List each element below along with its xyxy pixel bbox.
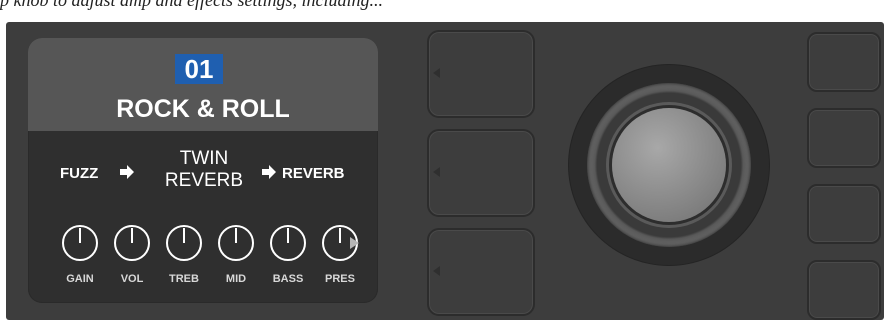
triangle-right-icon[interactable] — [350, 237, 359, 249]
amp-model-line2: REVERB — [164, 170, 244, 191]
preset-name: ROCK & ROLL — [116, 95, 290, 123]
effect-fuzz[interactable]: FUZZ — [60, 165, 98, 182]
soft-button-3[interactable] — [427, 228, 535, 316]
knob-gain[interactable]: GAIN — [58, 223, 102, 293]
soft-button-1[interactable] — [427, 30, 535, 118]
preset-header: 01 ROCK & ROLL — [28, 38, 378, 131]
knob-icon — [114, 225, 150, 261]
triangle-left-icon — [433, 167, 440, 177]
knob-label: BASS — [272, 273, 304, 285]
triangle-left-icon — [433, 68, 440, 78]
right-button-1[interactable] — [807, 32, 881, 92]
encoder-cap[interactable] — [612, 108, 726, 222]
triangle-left-icon — [433, 266, 440, 276]
amp-model[interactable]: TWIN REVERB — [146, 148, 262, 192]
knob-mid[interactable]: MID — [214, 223, 258, 293]
preset-number[interactable]: 01 — [175, 54, 223, 84]
knob-label: TREB — [169, 273, 199, 285]
knob-label: VOL — [120, 273, 144, 285]
right-button-4[interactable] — [807, 260, 881, 320]
knob-label: MID — [225, 273, 247, 285]
knob-icon — [218, 225, 254, 261]
arrow-right-icon — [120, 165, 134, 179]
knob-pres[interactable]: PRES — [318, 223, 362, 293]
arrow-right-icon — [262, 165, 276, 179]
knob-icon — [270, 225, 306, 261]
amp-model-line1: TWIN — [179, 148, 229, 169]
amp-control-panel: 01 ROCK & ROLL FUZZ TWIN REVERB REVERB G… — [6, 22, 884, 320]
knob-icon — [62, 225, 98, 261]
knob-vol[interactable]: VOL — [110, 223, 154, 293]
effect-reverb[interactable]: REVERB — [282, 165, 345, 182]
soft-button-2[interactable] — [427, 129, 535, 217]
lcd-screen: 01 ROCK & ROLL FUZZ TWIN REVERB REVERB G… — [28, 38, 378, 303]
knob-label: PRES — [325, 273, 355, 285]
knob-treb[interactable]: TREB — [162, 223, 206, 293]
caption-strip: p knob to adjust amp and effects setting… — [0, 0, 890, 22]
knob-label: GAIN — [66, 273, 94, 285]
caption-text: p knob to adjust amp and effects setting… — [0, 0, 383, 10]
right-button-2[interactable] — [807, 108, 881, 168]
knob-icon — [166, 225, 202, 261]
knob-bass[interactable]: BASS — [266, 223, 310, 293]
right-button-3[interactable] — [807, 184, 881, 244]
encoder-knob[interactable] — [569, 65, 769, 265]
knob-row: GAIN VOL TREB MID BASS PRES — [58, 223, 378, 293]
signal-chain: FUZZ TWIN REVERB REVERB — [28, 143, 378, 203]
